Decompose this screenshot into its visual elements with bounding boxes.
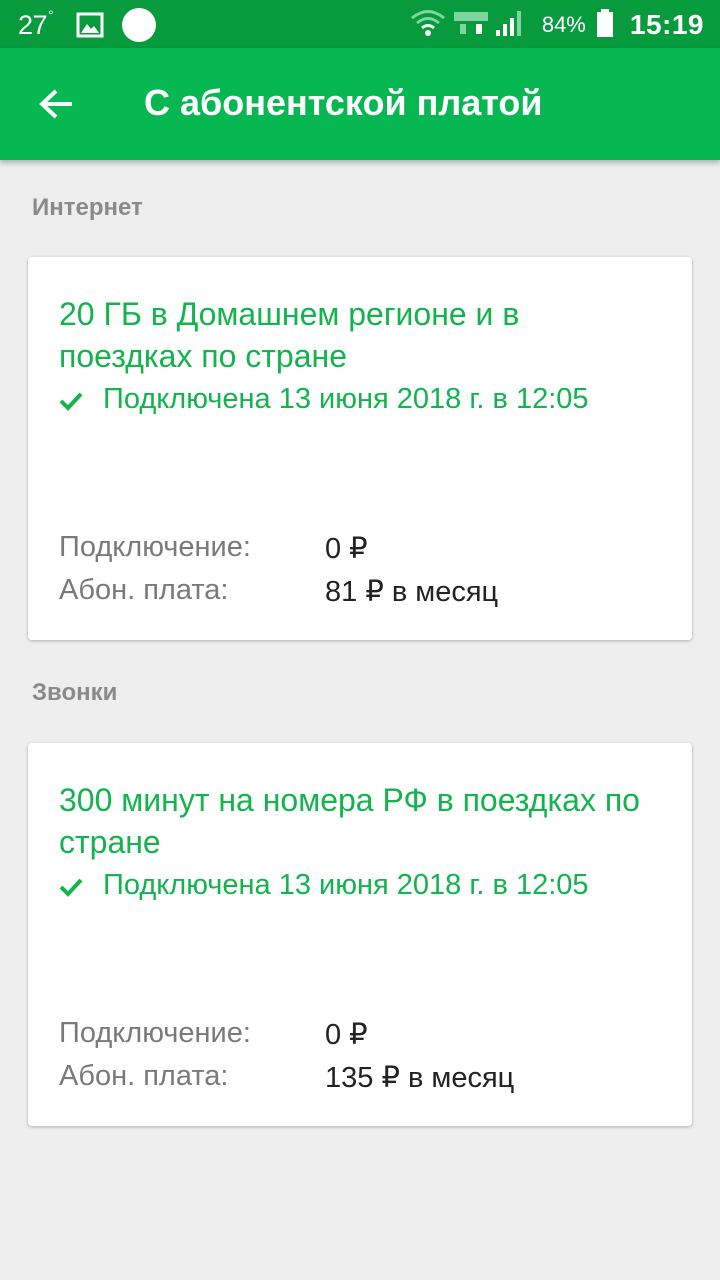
- battery-icon: [596, 8, 614, 43]
- connection-status-text: Подключена 13 июня 2018 г. в 12:05: [103, 383, 589, 415]
- check-icon: [59, 388, 83, 412]
- battery-percent: 84%: [541, 12, 586, 37]
- subscription-fee-row: Абон. плата: 81 ₽ в месяц: [59, 574, 498, 609]
- connection-fee-label: Подключение:: [59, 531, 251, 563]
- circle-icon: [121, 8, 156, 42]
- section-title-calls: Звонки: [32, 679, 118, 706]
- status-bar-left: 27 °: [18, 7, 156, 42]
- arrow-left-icon: [39, 89, 72, 119]
- subscription-fee-value: 81 ₽ в месяц: [325, 576, 499, 608]
- temperature: 27: [18, 9, 48, 40]
- connection-status-text: Подключена 13 июня 2018 г. в 12:05: [103, 869, 589, 901]
- back-button[interactable]: [30, 78, 82, 130]
- status-bar: 27 ° 84% 15:19: [0, 0, 720, 48]
- degree-sign: °: [48, 7, 54, 23]
- connection-fee-row: Подключение: 0 ₽: [59, 531, 368, 566]
- connection-status: Подключена 13 июня 2018 г. в 12:05: [59, 869, 589, 902]
- image-icon: [76, 12, 104, 38]
- subscription-fee-row: Абон. плата: 135 ₽ в месяц: [59, 1060, 514, 1095]
- section-title-internet: Интернет: [32, 194, 143, 221]
- page-title: С абонентской платой: [144, 82, 543, 123]
- subscription-fee-label: Абон. плата:: [59, 1060, 229, 1092]
- app-bar: С абонентской платой: [0, 48, 720, 160]
- card-title: 300 минут на номера РФ в поездках по стр…: [59, 782, 640, 860]
- status-bar-right: 84% 15:19: [410, 6, 704, 44]
- connection-fee-value: 0 ₽: [325, 1019, 368, 1051]
- clock: 15:19: [629, 9, 704, 40]
- card-title: 20 ГБ в Домашнем регионе и в поездках по…: [59, 296, 520, 374]
- check-icon: [59, 874, 83, 898]
- subscription-fee-label: Абон. плата:: [59, 574, 229, 606]
- connection-fee-row: Подключение: 0 ₽: [59, 1017, 368, 1052]
- tariff-card-calls[interactable]: 300 минут на номера РФ в поездках по стр…: [28, 743, 692, 1126]
- lte-icon: [452, 8, 492, 43]
- connection-status: Подключена 13 июня 2018 г. в 12:05: [59, 383, 589, 416]
- signal-icon: [494, 8, 524, 43]
- tariff-card-internet[interactable]: 20 ГБ в Домашнем регионе и в поездках по…: [28, 257, 692, 640]
- subscription-fee-value: 135 ₽ в месяц: [325, 1062, 515, 1094]
- connection-fee-label: Подключение:: [59, 1017, 251, 1049]
- wifi-icon: [410, 8, 446, 43]
- connection-fee-value: 0 ₽: [325, 533, 368, 565]
